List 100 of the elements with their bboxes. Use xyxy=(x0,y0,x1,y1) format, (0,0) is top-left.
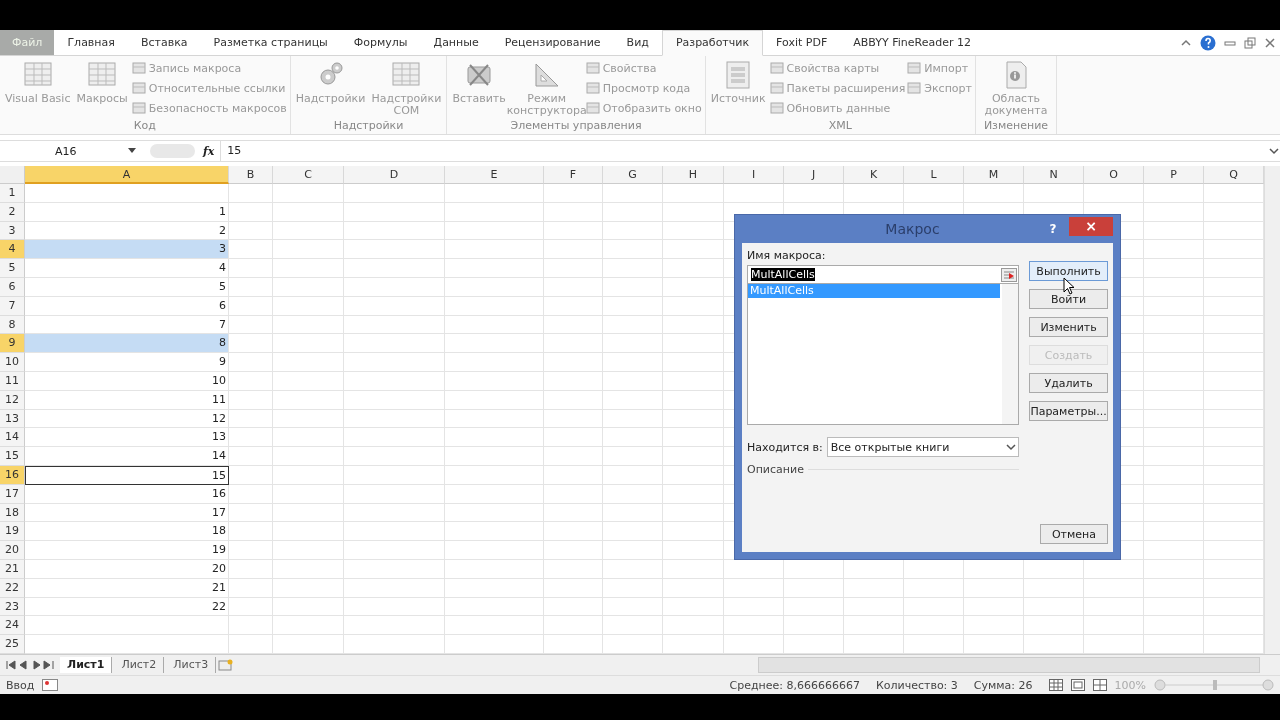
row-header[interactable]: 19 xyxy=(0,522,25,542)
row-header[interactable]: 24 xyxy=(0,616,25,636)
table-cell xyxy=(229,522,273,542)
column-header[interactable]: D xyxy=(344,166,445,184)
sheet-tab[interactable]: Лист1 xyxy=(60,657,113,673)
group-label: Надстройки xyxy=(332,119,405,134)
page-layout-view-icon[interactable] xyxy=(1070,679,1085,691)
ribbon-tab[interactable]: Данные xyxy=(420,31,492,55)
vertical-scrollbar[interactable] xyxy=(1264,166,1280,654)
table-cell: 17 xyxy=(25,503,229,523)
table-cell xyxy=(1144,484,1204,504)
column-header[interactable]: L xyxy=(904,166,964,184)
macro-record-icon[interactable] xyxy=(42,679,59,691)
table-cell xyxy=(544,541,603,560)
help-icon[interactable] xyxy=(1200,35,1216,51)
normal-view-icon[interactable] xyxy=(1048,679,1063,691)
list-scrollbar[interactable] xyxy=(1002,284,1019,424)
table-cell xyxy=(273,240,344,260)
collapse-dialog-icon[interactable] xyxy=(1001,267,1018,282)
small-tool-icon xyxy=(131,81,146,95)
column-header[interactable]: Q xyxy=(1204,166,1264,184)
column-header[interactable]: G xyxy=(603,166,663,184)
column-header[interactable]: P xyxy=(1144,166,1204,184)
column-header[interactable]: C xyxy=(273,166,344,184)
column-header[interactable]: O xyxy=(1084,166,1144,184)
table-cell xyxy=(229,278,273,297)
dialog-button[interactable]: Удалить xyxy=(1029,373,1108,393)
horizontal-scrollbar[interactable] xyxy=(758,657,1260,673)
small-tool-icon xyxy=(131,101,146,115)
dialog-button[interactable]: Изменить xyxy=(1029,317,1108,337)
ribbon-tab[interactable]: Рецензирование xyxy=(491,31,614,55)
small-tool-icon xyxy=(769,81,784,95)
table-cell xyxy=(1144,221,1204,241)
table-cell xyxy=(1144,428,1204,448)
column-header[interactable]: I xyxy=(724,166,784,184)
sheet-tab[interactable]: Лист3 xyxy=(166,657,217,673)
table-cell: 16 xyxy=(25,484,229,504)
column-header[interactable]: J xyxy=(784,166,844,184)
restore-icon[interactable] xyxy=(1244,37,1256,49)
row-header[interactable]: 5 xyxy=(0,259,25,278)
ribbon-tab[interactable]: Вид xyxy=(613,31,662,55)
column-header[interactable]: F xyxy=(544,166,603,184)
row-header[interactable]: 4 xyxy=(0,240,25,260)
table-cell xyxy=(229,541,273,560)
location-dropdown[interactable]: Все открытые книги xyxy=(826,437,1020,457)
close-icon[interactable] xyxy=(1264,37,1276,49)
table-cell xyxy=(544,465,603,485)
macro-name-field[interactable]: MultAllCells xyxy=(747,265,1020,284)
page-break-view-icon[interactable] xyxy=(1092,679,1107,691)
table-cell xyxy=(724,578,784,598)
column-header[interactable]: B xyxy=(229,166,273,184)
row-header[interactable]: 20 xyxy=(0,541,25,560)
dialog-button[interactable]: Войти xyxy=(1029,289,1108,309)
help-button[interactable]: ? xyxy=(1043,222,1063,236)
ribbon-tab[interactable]: Разработчик xyxy=(661,30,764,56)
table-cell xyxy=(603,240,663,260)
ribbon-tab[interactable]: Формулы xyxy=(340,31,421,55)
ribbon-tab[interactable]: Вставка xyxy=(127,31,201,55)
name-box[interactable]: A16 xyxy=(0,141,140,161)
ribbon-tab[interactable]: Foxit PDF xyxy=(763,31,841,55)
zoom-slider[interactable] xyxy=(1154,679,1274,691)
column-header[interactable]: H xyxy=(663,166,724,184)
table-cell: 8 xyxy=(25,334,229,354)
row-header[interactable]: 14 xyxy=(0,428,25,448)
column-header[interactable]: M xyxy=(964,166,1024,184)
row-header[interactable]: 1 xyxy=(0,184,25,203)
row-header[interactable]: 15 xyxy=(0,447,25,466)
cancel-button[interactable]: Отмена xyxy=(1040,524,1108,544)
table-cell: 11 xyxy=(25,390,229,410)
table-cell xyxy=(603,465,663,485)
table-cell xyxy=(229,202,273,222)
table-cell xyxy=(273,522,344,542)
row-header[interactable]: 9 xyxy=(0,334,25,354)
table-cell xyxy=(603,371,663,391)
dialog-button[interactable]: Выполнить xyxy=(1029,261,1108,281)
dialog-button[interactable]: Параметры... xyxy=(1029,401,1108,421)
table-cell xyxy=(1144,296,1204,316)
formula-field[interactable]: 15 xyxy=(220,141,1268,161)
table-cell xyxy=(1144,353,1204,372)
table-cell xyxy=(603,503,663,523)
sheet-tab[interactable]: Лист2 xyxy=(114,657,165,673)
row-header[interactable]: 10 xyxy=(0,353,25,372)
column-header[interactable]: E xyxy=(445,166,544,184)
table-cell xyxy=(273,597,344,617)
insert-function-button[interactable]: fx xyxy=(203,144,215,158)
close-button[interactable]: × xyxy=(1069,216,1113,236)
ribbon-tab[interactable]: Главная xyxy=(54,31,128,55)
table-cell xyxy=(1144,597,1204,617)
table-cell xyxy=(603,447,663,466)
table-cell xyxy=(663,616,724,636)
ribbon-tab[interactable]: Разметка страницы xyxy=(200,31,341,55)
ribbon-tab[interactable]: ABBYY FineReader 12 xyxy=(840,31,984,55)
column-header[interactable]: K xyxy=(844,166,904,184)
column-header[interactable]: A xyxy=(25,166,229,184)
table-cell xyxy=(603,541,663,560)
table-cell xyxy=(273,484,344,504)
table-cell xyxy=(229,616,273,636)
row-header[interactable]: 25 xyxy=(0,635,25,654)
table-cell xyxy=(229,428,273,448)
column-header[interactable]: N xyxy=(1024,166,1084,184)
